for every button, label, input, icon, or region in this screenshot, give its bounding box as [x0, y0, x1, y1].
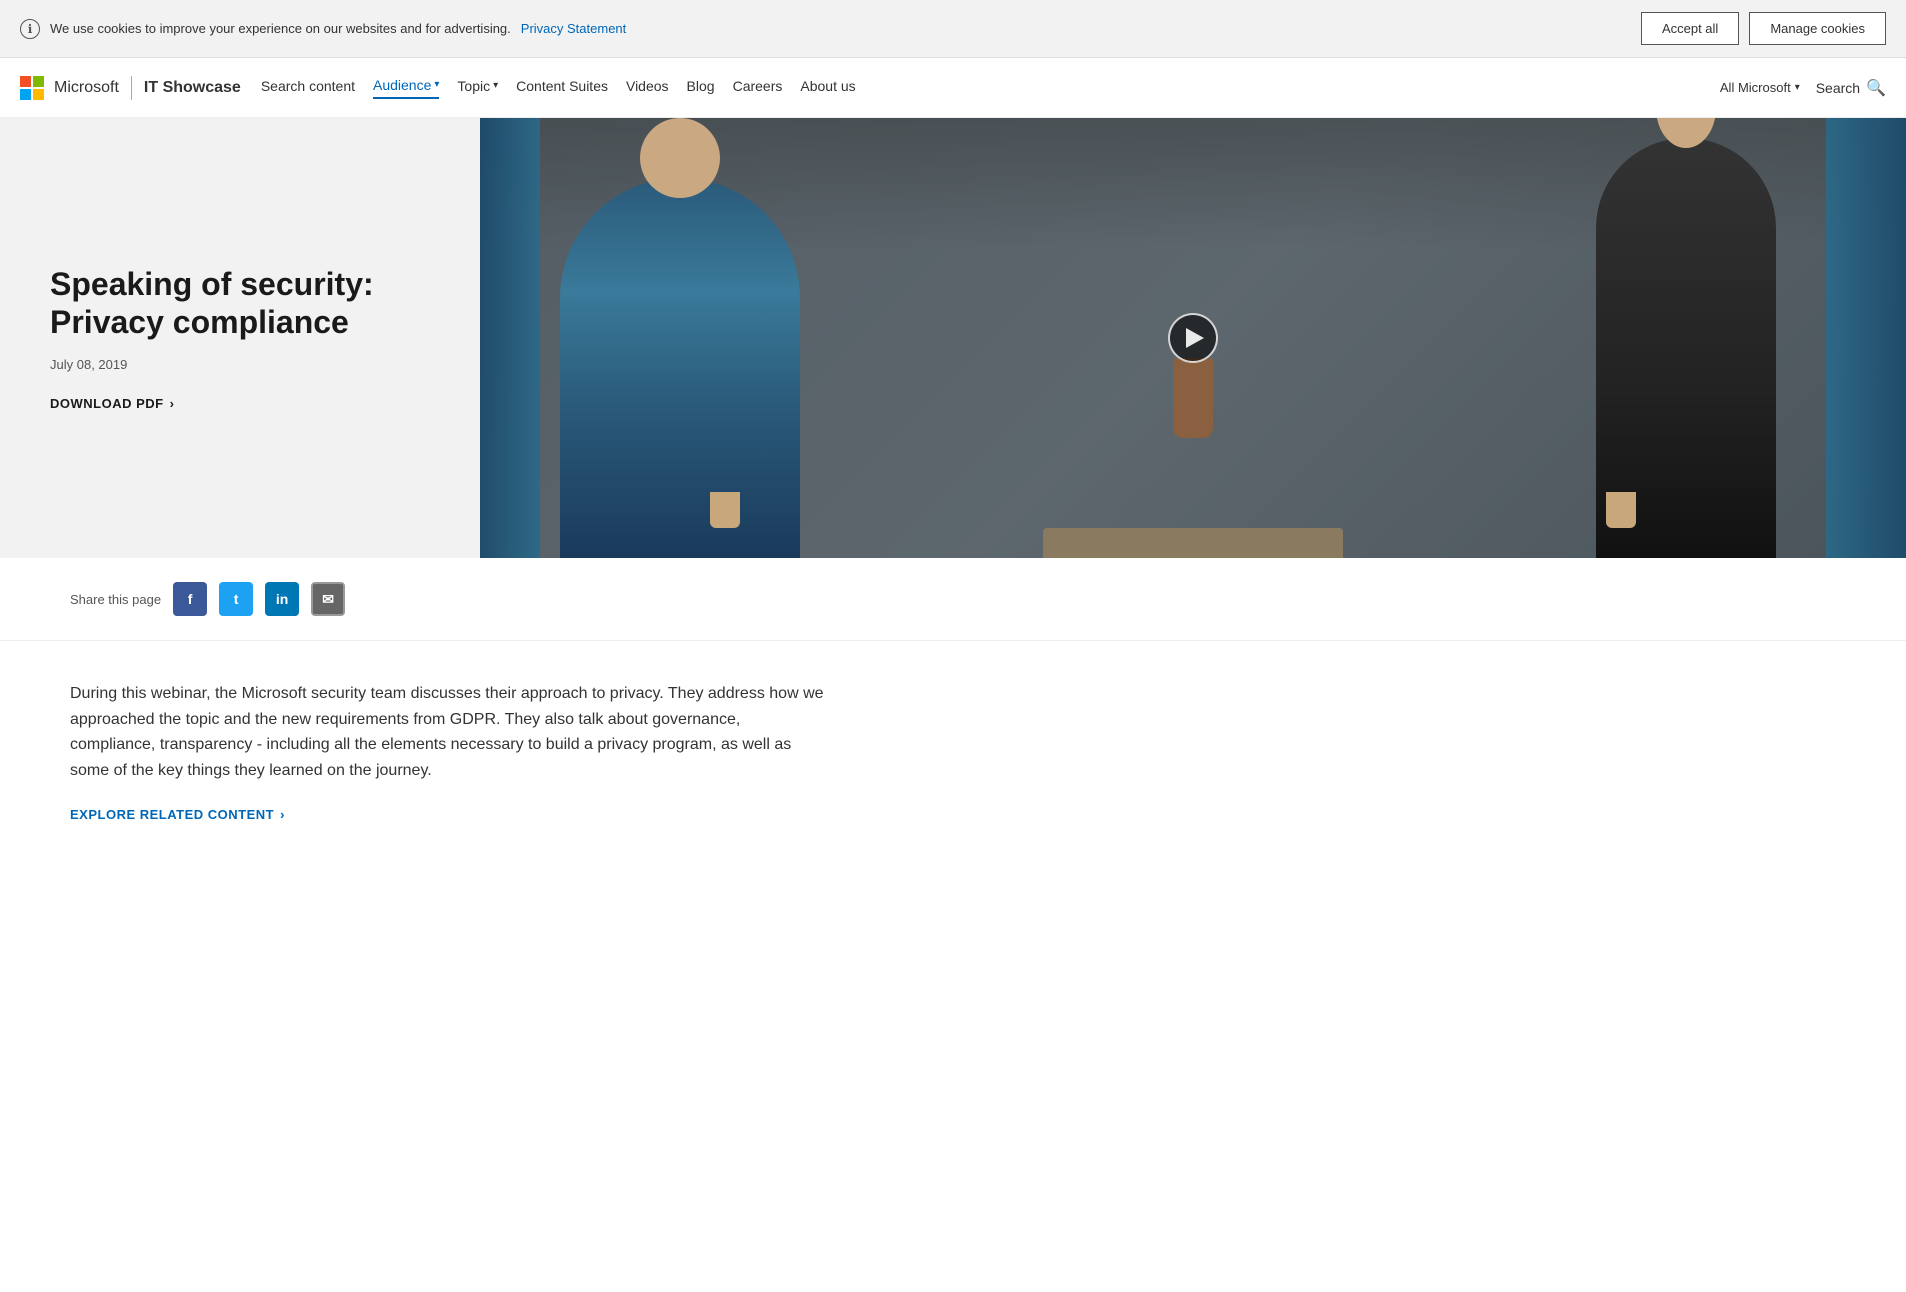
- header-right: All Microsoft ▾ Search 🔍: [1720, 78, 1886, 98]
- nav-content-suites[interactable]: Content Suites: [516, 78, 608, 98]
- hero-section: Speaking of security: Privacy compliance…: [0, 118, 1906, 558]
- email-icon: ✉: [322, 591, 334, 608]
- site-header: Microsoft IT Showcase Search content Aud…: [0, 58, 1906, 118]
- cookie-banner: ℹ We use cookies to improve your experie…: [0, 0, 1906, 58]
- nav-careers[interactable]: Careers: [733, 78, 783, 98]
- download-chevron-icon: ›: [170, 396, 175, 411]
- audience-chevron-icon: ▾: [434, 79, 439, 90]
- ms-logo-yellow: [33, 89, 44, 100]
- nav-about-us[interactable]: About us: [800, 78, 855, 98]
- topic-chevron-icon: ▾: [493, 80, 498, 91]
- hero-title: Speaking of security: Privacy compliance: [50, 265, 430, 342]
- hero-video-panel[interactable]: [480, 118, 1906, 558]
- twitter-share-button[interactable]: t: [219, 582, 253, 616]
- search-icon: 🔍: [1866, 78, 1886, 98]
- content-description: During this webinar, the Microsoft secur…: [70, 681, 830, 783]
- site-name: IT Showcase: [144, 79, 241, 97]
- hero-left-panel: Speaking of security: Privacy compliance…: [0, 118, 480, 558]
- ms-logo-red: [20, 76, 31, 87]
- info-icon: ℹ: [20, 19, 40, 39]
- explore-related-content-link[interactable]: EXPLORE RELATED CONTENT ›: [70, 807, 830, 822]
- download-label: DOWNLOAD PDF: [50, 396, 164, 411]
- nav-topic[interactable]: Topic ▾: [457, 78, 498, 98]
- curtain-left: [480, 118, 540, 558]
- microsoft-logo[interactable]: Microsoft: [20, 76, 119, 100]
- header-divider: [131, 76, 132, 100]
- vase-prop: [1173, 358, 1213, 438]
- main-nav: Search content Audience ▾ Topic ▾ Conten…: [261, 77, 1720, 99]
- explore-chevron-icon: ›: [280, 807, 285, 822]
- coffee-cup-left: [710, 492, 740, 528]
- twitter-icon: t: [234, 591, 239, 607]
- ms-logo-blue: [20, 89, 31, 100]
- table-prop: [1043, 528, 1343, 558]
- share-label: Share this page: [70, 592, 161, 607]
- linkedin-share-button[interactable]: in: [265, 582, 299, 616]
- content-section: During this webinar, the Microsoft secur…: [0, 641, 900, 862]
- explore-label: EXPLORE RELATED CONTENT: [70, 807, 274, 822]
- privacy-statement-link[interactable]: Privacy Statement: [521, 21, 627, 36]
- accept-all-button[interactable]: Accept all: [1641, 12, 1739, 45]
- all-microsoft-text: All Microsoft: [1720, 80, 1791, 95]
- nav-search-content[interactable]: Search content: [261, 78, 355, 98]
- person-left-figure: [560, 178, 800, 558]
- cookie-actions: Accept all Manage cookies: [1641, 12, 1886, 45]
- nav-videos[interactable]: Videos: [626, 78, 669, 98]
- download-pdf-link[interactable]: DOWNLOAD PDF ›: [50, 396, 430, 411]
- cookie-message-area: ℹ We use cookies to improve your experie…: [20, 19, 626, 39]
- coffee-cup-right: [1606, 492, 1636, 528]
- play-button[interactable]: [1168, 313, 1218, 363]
- facebook-icon: f: [188, 591, 193, 607]
- email-share-button[interactable]: ✉: [311, 582, 345, 616]
- facebook-share-button[interactable]: f: [173, 582, 207, 616]
- nav-audience[interactable]: Audience ▾: [373, 77, 439, 99]
- curtain-right: [1826, 118, 1906, 558]
- share-section: Share this page f t in ✉: [0, 558, 1906, 641]
- cookie-text: We use cookies to improve your experienc…: [50, 21, 511, 36]
- ms-logo-green: [33, 76, 44, 87]
- all-microsoft-chevron-icon: ▾: [1795, 82, 1800, 93]
- all-microsoft-dropdown[interactable]: All Microsoft ▾: [1720, 80, 1800, 95]
- ms-logo-grid: [20, 76, 44, 100]
- manage-cookies-button[interactable]: Manage cookies: [1749, 12, 1886, 45]
- linkedin-icon: in: [276, 591, 288, 607]
- nav-blog[interactable]: Blog: [687, 78, 715, 98]
- search-label: Search: [1816, 80, 1860, 96]
- microsoft-text: Microsoft: [54, 79, 119, 97]
- play-icon: [1186, 328, 1204, 348]
- search-button[interactable]: Search 🔍: [1816, 78, 1886, 98]
- hero-date: July 08, 2019: [50, 357, 430, 372]
